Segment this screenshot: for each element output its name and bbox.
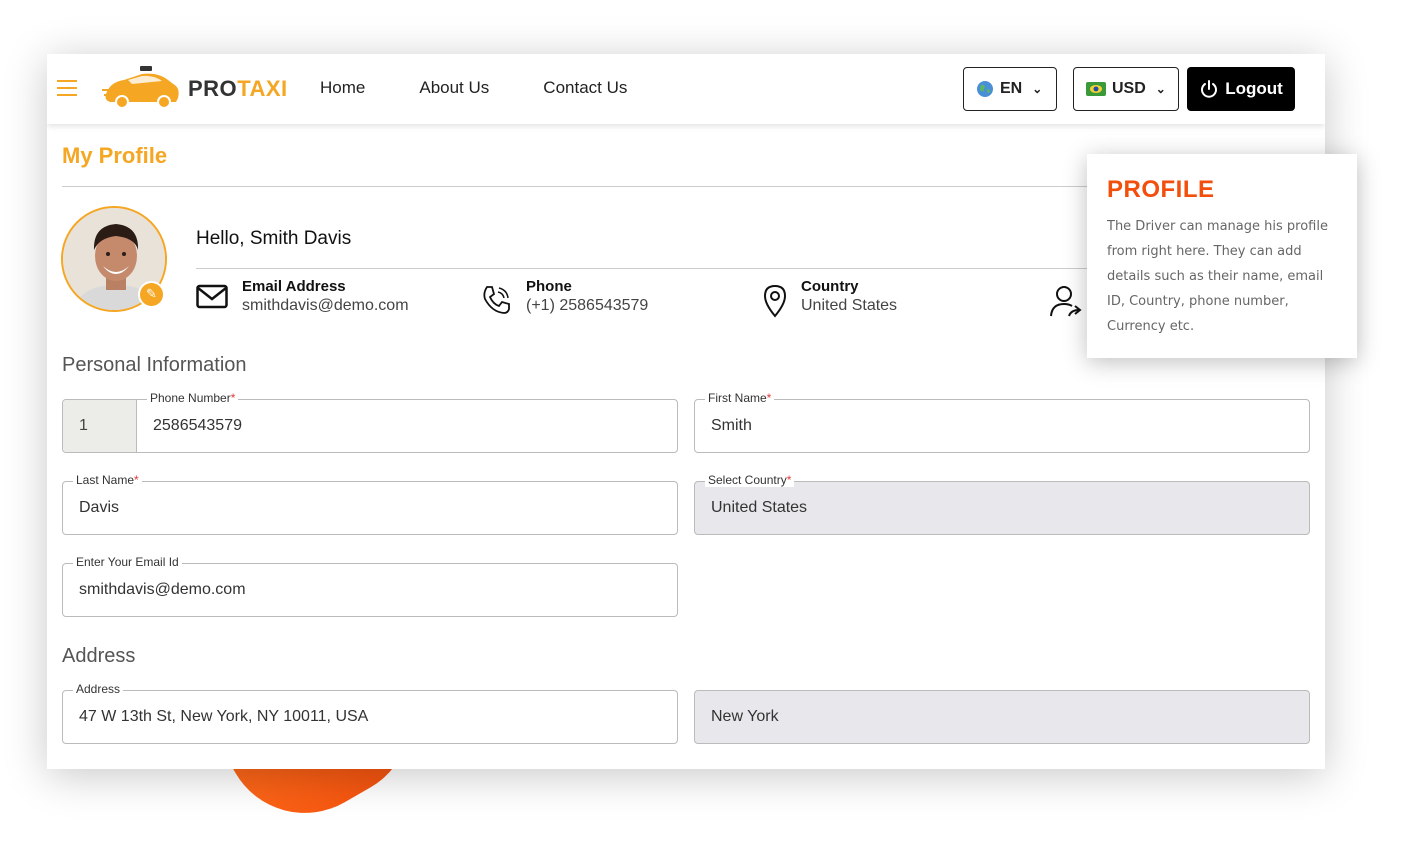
logout-button[interactable]: Logout [1187,67,1295,111]
nav-home[interactable]: Home [320,78,365,98]
currency-dropdown[interactable]: USD ⌄ [1073,67,1179,111]
profile-tooltip: PROFILE The Driver can manage his profil… [1087,154,1357,358]
menu-icon[interactable] [57,80,77,96]
flag-icon [1086,82,1106,96]
currency-value: USD [1112,80,1146,97]
chevron-down-icon: ⌄ [1155,82,1166,96]
phone-number-label: Phone Number* [147,391,239,405]
phone-label: Phone [526,278,572,295]
language-dropdown[interactable]: EN ⌄ [963,67,1057,111]
last-name-label: Last Name* [73,473,142,487]
city-value: New York [711,708,779,725]
address-value: 47 W 13th St, New York, NY 10011, USA [79,708,369,725]
nav-contact[interactable]: Contact Us [543,78,627,98]
country-label: Country [801,278,859,295]
nav-about[interactable]: About Us [419,78,489,98]
address-title: Address [62,645,136,667]
user-share-icon[interactable] [1049,284,1083,318]
email-info: Email Address smithdavis@demo.com [196,278,409,315]
email-field[interactable]: Enter Your Email Id smithdavis@demo.com [62,555,678,617]
phone-number-field[interactable]: 1 Phone Number* 2586543579 [62,391,678,453]
logout-label: Logout [1225,79,1283,98]
phone-info: Phone (+1) 2586543579 [480,278,648,316]
brand-part-2: TAXI [237,76,288,101]
chevron-down-icon: ⌄ [1032,82,1043,96]
select-country-value: United States [711,499,808,516]
address-field[interactable]: Address 47 W 13th St, New York, NY 10011… [62,682,678,744]
country-info: Country United States [763,278,897,318]
page-title: My Profile [62,143,168,168]
globe-icon [977,81,993,97]
phone-code-value: 1 [79,417,88,434]
phone-value: (+1) 2586543579 [526,297,649,314]
select-country-label: Select Country* [705,473,795,487]
brand-part-1: PRO [188,76,238,101]
tooltip-title: PROFILE [1107,176,1215,203]
first-name-label: First Name* [705,391,775,405]
greeting: Hello, Smith Davis [196,228,352,249]
first-name-field[interactable]: First Name* Smith [694,391,1310,453]
brand-name[interactable]: PROTAXI [188,76,288,102]
city-field[interactable]: New York [694,690,1310,744]
country-select[interactable]: Select Country* United States [694,473,1310,535]
last-name-field[interactable]: Last Name* Davis [62,473,678,535]
email-label: Email Address [242,278,346,295]
location-pin-icon [763,284,787,318]
language-value: EN [1000,80,1023,97]
power-icon [1201,80,1218,98]
top-navbar: PROTAXI Home About Us Contact Us EN ⌄ US… [47,54,1325,124]
email-field-value: smithdavis@demo.com [79,581,246,598]
main-nav: Home About Us Contact Us [320,78,627,98]
phone-icon [483,286,510,314]
address-label: Address [73,682,124,696]
country-value: United States [801,297,898,314]
email-field-label: Enter Your Email Id [73,555,182,569]
last-name-value: Davis [79,499,120,516]
tooltip-body: The Driver can manage his profile from r… [1107,219,1328,334]
pencil-icon: ✎ [146,287,157,302]
personal-info-title: Personal Information [62,354,247,376]
taxi-logo-icon [102,66,179,109]
phone-number-value: 2586543579 [153,417,242,434]
edit-avatar-button[interactable]: ✎ [138,281,165,308]
refer-info [1049,278,1083,318]
envelope-icon [196,284,228,309]
phone-code-select[interactable]: 1 [63,400,137,452]
email-value: smithdavis@demo.com [242,297,409,314]
first-name-value: Smith [711,417,752,434]
